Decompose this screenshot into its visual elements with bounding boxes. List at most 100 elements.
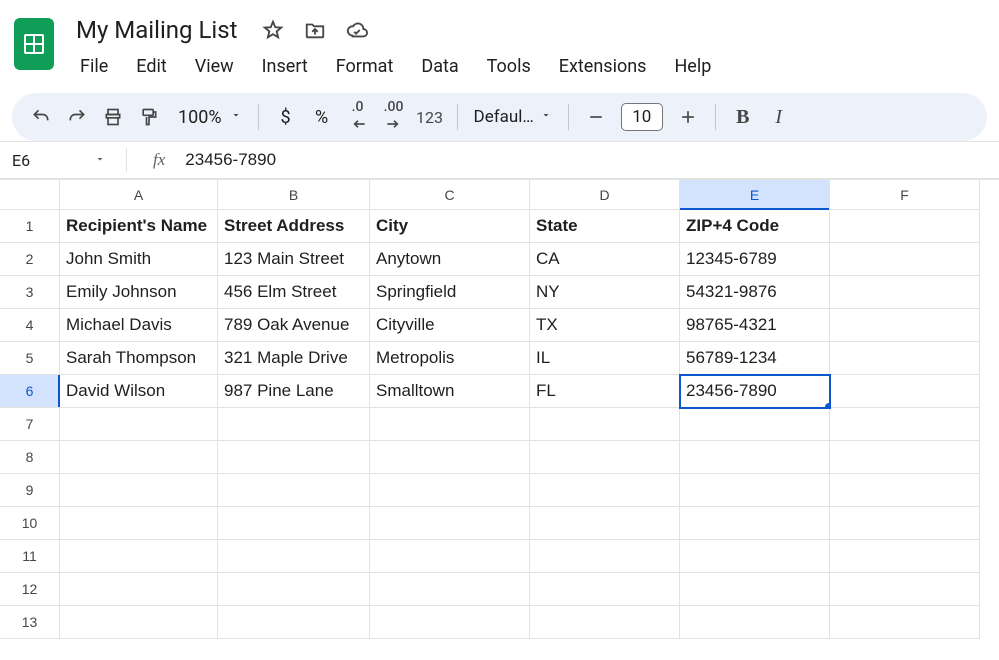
cell-B1[interactable]: Street Address	[218, 210, 370, 243]
cell-D7[interactable]	[530, 408, 680, 441]
cell-B12[interactable]	[218, 573, 370, 606]
cell-A7[interactable]	[60, 408, 218, 441]
cell-B2[interactable]: 123 Main Street	[218, 243, 370, 276]
zoom-dropdown[interactable]: 100%	[168, 107, 248, 128]
cell-C12[interactable]	[370, 573, 530, 606]
cell-E7[interactable]	[680, 408, 830, 441]
column-header-D[interactable]: D	[530, 180, 680, 210]
cell-D2[interactable]: CA	[530, 243, 680, 276]
cell-C3[interactable]: Springfield	[370, 276, 530, 309]
percent-format-button[interactable]: %	[305, 100, 339, 134]
print-button[interactable]	[96, 100, 130, 134]
cell-E9[interactable]	[680, 474, 830, 507]
row-header-2[interactable]: 2	[0, 243, 60, 276]
cell-E10[interactable]	[680, 507, 830, 540]
cell-A12[interactable]	[60, 573, 218, 606]
cell-C10[interactable]	[370, 507, 530, 540]
decrease-font-size-button[interactable]	[579, 100, 613, 134]
increase-decimal-button[interactable]: .00	[377, 100, 411, 134]
font-family-dropdown[interactable]: Defaul…	[468, 107, 558, 127]
column-header-B[interactable]: B	[218, 180, 370, 210]
cell-A1[interactable]: Recipient's Name	[60, 210, 218, 243]
cell-D9[interactable]	[530, 474, 680, 507]
row-header-8[interactable]: 8	[0, 441, 60, 474]
cell-F10[interactable]	[830, 507, 980, 540]
cell-E1[interactable]: ZIP+4 Code	[680, 210, 830, 243]
cell-B3[interactable]: 456 Elm Street	[218, 276, 370, 309]
cell-B9[interactable]	[218, 474, 370, 507]
cell-A5[interactable]: Sarah Thompson	[60, 342, 218, 375]
cell-B10[interactable]	[218, 507, 370, 540]
cell-F11[interactable]	[830, 540, 980, 573]
cell-D10[interactable]	[530, 507, 680, 540]
row-header-7[interactable]: 7	[0, 408, 60, 441]
column-header-C[interactable]: C	[370, 180, 530, 210]
document-title[interactable]: My Mailing List	[68, 12, 245, 48]
spreadsheet-grid[interactable]: ABCDEF 1Recipient's NameStreet AddressCit…	[0, 179, 999, 639]
menu-view[interactable]: View	[183, 50, 246, 83]
italic-button[interactable]: I	[762, 100, 796, 134]
move-to-drive-icon[interactable]	[301, 16, 329, 44]
cell-B11[interactable]	[218, 540, 370, 573]
sheets-logo-icon[interactable]	[14, 18, 54, 70]
cell-D5[interactable]: IL	[530, 342, 680, 375]
star-icon[interactable]	[259, 16, 287, 44]
cell-C5[interactable]: Metropolis	[370, 342, 530, 375]
column-header-F[interactable]: F	[830, 180, 980, 210]
cell-F3[interactable]	[830, 276, 980, 309]
bold-button[interactable]: B	[726, 100, 760, 134]
currency-format-button[interactable]: $	[269, 100, 303, 134]
row-header-1[interactable]: 1	[0, 210, 60, 243]
row-header-9[interactable]: 9	[0, 474, 60, 507]
cell-F8[interactable]	[830, 441, 980, 474]
cell-E5[interactable]: 56789-1234	[680, 342, 830, 375]
cell-B8[interactable]	[218, 441, 370, 474]
cell-D3[interactable]: NY	[530, 276, 680, 309]
column-header-E[interactable]: E	[680, 180, 830, 210]
row-header-13[interactable]: 13	[0, 606, 60, 639]
menu-edit[interactable]: Edit	[124, 50, 178, 83]
cell-E11[interactable]	[680, 540, 830, 573]
cell-E13[interactable]	[680, 606, 830, 639]
cell-C11[interactable]	[370, 540, 530, 573]
decrease-decimal-button[interactable]: .0	[341, 100, 375, 134]
cell-E12[interactable]	[680, 573, 830, 606]
menu-extensions[interactable]: Extensions	[547, 50, 659, 83]
row-header-12[interactable]: 12	[0, 573, 60, 606]
cell-E4[interactable]: 98765-4321	[680, 309, 830, 342]
row-header-4[interactable]: 4	[0, 309, 60, 342]
cell-F7[interactable]	[830, 408, 980, 441]
cell-E6[interactable]: 23456-7890	[680, 375, 830, 408]
menu-tools[interactable]: Tools	[475, 50, 543, 83]
name-box-chevron-icon[interactable]	[94, 153, 116, 168]
select-all-corner[interactable]	[0, 180, 60, 210]
cell-A10[interactable]	[60, 507, 218, 540]
cell-E3[interactable]: 54321-9876	[680, 276, 830, 309]
cell-B4[interactable]: 789 Oak Avenue	[218, 309, 370, 342]
increase-font-size-button[interactable]	[671, 100, 705, 134]
menu-file[interactable]: File	[68, 50, 120, 83]
font-size-input[interactable]: 10	[621, 103, 663, 131]
cell-A4[interactable]: Michael Davis	[60, 309, 218, 342]
cell-C1[interactable]: City	[370, 210, 530, 243]
column-header-A[interactable]: A	[60, 180, 218, 210]
formula-value[interactable]: 23456-7890	[185, 150, 276, 170]
cell-C6[interactable]: Smalltown	[370, 375, 530, 408]
cell-D1[interactable]: State	[530, 210, 680, 243]
cell-C7[interactable]	[370, 408, 530, 441]
cell-D12[interactable]	[530, 573, 680, 606]
cell-A2[interactable]: John Smith	[60, 243, 218, 276]
cell-F9[interactable]	[830, 474, 980, 507]
cell-E2[interactable]: 12345-6789	[680, 243, 830, 276]
cell-B5[interactable]: 321 Maple Drive	[218, 342, 370, 375]
cell-A3[interactable]: Emily Johnson	[60, 276, 218, 309]
row-header-10[interactable]: 10	[0, 507, 60, 540]
redo-button[interactable]	[60, 100, 94, 134]
cell-A8[interactable]	[60, 441, 218, 474]
cloud-status-icon[interactable]	[343, 16, 371, 44]
cell-F4[interactable]	[830, 309, 980, 342]
row-header-11[interactable]: 11	[0, 540, 60, 573]
row-header-6[interactable]: 6	[0, 375, 60, 408]
row-header-5[interactable]: 5	[0, 342, 60, 375]
menu-help[interactable]: Help	[662, 50, 723, 83]
